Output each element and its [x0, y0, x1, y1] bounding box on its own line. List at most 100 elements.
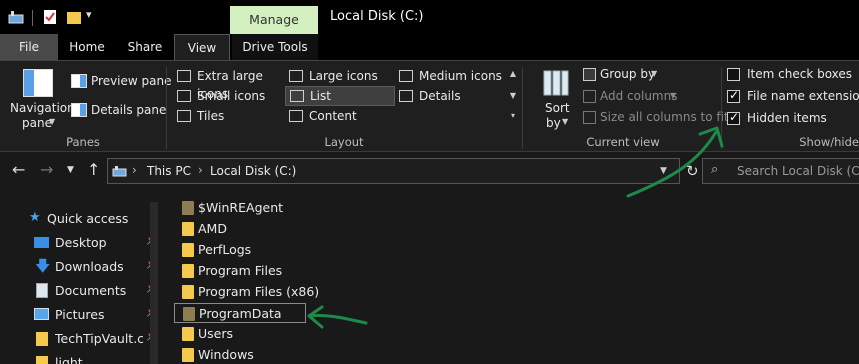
- nav-scrollbar[interactable]: [150, 202, 158, 364]
- layout-content[interactable]: Content: [289, 107, 394, 125]
- content-icon: [289, 110, 303, 122]
- layout-small-icons[interactable]: Small icons: [177, 87, 285, 105]
- panes-group-label: Panes: [66, 135, 100, 149]
- checkmark-icon: ✓: [729, 110, 740, 124]
- window-title: Local Disk (C:): [330, 9, 424, 24]
- breadcrumb-local-disk[interactable]: Local Disk (C:): [210, 164, 296, 178]
- properties-icon[interactable]: [42, 9, 58, 25]
- search-box[interactable]: ⌕ Search Local Disk (C:): [702, 158, 859, 184]
- sort-by-button[interactable]: Sort by ▼: [536, 65, 580, 131]
- file-row-users[interactable]: Users: [174, 324, 306, 344]
- add-columns-label: Add columns: [600, 89, 678, 103]
- group-by-button[interactable]: Group by ▼: [583, 66, 703, 84]
- file-row-program-files[interactable]: Program Files: [174, 261, 306, 281]
- nav-quick-access[interactable]: ★ Quick access: [0, 208, 160, 230]
- add-columns-dropdown-icon: ▼: [670, 91, 677, 100]
- file-row-program-files-x86[interactable]: Program Files (x86): [174, 282, 319, 302]
- nav-item-downloads[interactable]: 🡇 Downloads 📌: [0, 256, 160, 278]
- gallery-expand-icon[interactable]: ▾: [508, 111, 518, 120]
- gallery-scroll-down-icon[interactable]: ▼: [508, 91, 518, 100]
- ribbon-tabs: File Home Share View Drive Tools: [0, 34, 859, 60]
- preview-pane-button[interactable]: Preview pane: [71, 73, 171, 91]
- title-bar: ▾ Manage Local Disk (C:): [0, 0, 859, 34]
- item-check-boxes-checkbox[interactable]: [727, 68, 740, 81]
- ribbon-divider: [721, 67, 722, 149]
- ribbon-divider: [522, 67, 523, 149]
- file-row-windows[interactable]: Windows: [174, 345, 306, 364]
- navigation-pane-button[interactable]: Navigation pane ▼: [6, 65, 75, 133]
- nav-item-pictures[interactable]: Pictures 📌: [0, 304, 160, 326]
- file-row-perflogs[interactable]: PerfLogs: [174, 240, 306, 260]
- layout-details[interactable]: Details: [399, 87, 504, 105]
- details-pane-icon: [71, 103, 87, 117]
- file-name-extensions-toggle[interactable]: ✓ File name extensions: [727, 88, 859, 106]
- layout-medium-icons[interactable]: Medium icons: [399, 67, 504, 85]
- layout-extra-large-icons[interactable]: Extra large icons: [177, 67, 285, 101]
- documents-icon: [36, 283, 48, 298]
- this-pc-icon[interactable]: [8, 9, 26, 25]
- folder-icon: [182, 243, 194, 257]
- tab-view[interactable]: View: [174, 34, 230, 60]
- file-list: $WinREAgent AMD PerfLogs Program Files P…: [160, 188, 859, 364]
- back-arrow-icon[interactable]: ←: [12, 160, 25, 179]
- search-placeholder: Search Local Disk (C:): [737, 164, 859, 178]
- manage-context-tab[interactable]: Manage: [230, 6, 318, 34]
- size-all-columns-icon: [583, 111, 596, 124]
- tab-drive-tools[interactable]: Drive Tools: [232, 34, 318, 60]
- hidden-folder-icon: [182, 201, 194, 215]
- navigation-pane-label-line2: pane: [22, 116, 52, 130]
- forward-arrow-icon[interactable]: →: [40, 160, 53, 179]
- folder-icon: [182, 264, 194, 278]
- navigation-pane: ★ Quick access Desktop 📌 🡇 Downloads 📌 D…: [0, 188, 160, 364]
- address-row: ← → ▼ ↑ › This PC › Local Disk (C:) ▼ ↻ …: [0, 152, 859, 188]
- pictures-icon: [34, 308, 49, 320]
- size-all-columns-button: Size all columns to fit: [583, 109, 729, 127]
- sort-by-label-line1: Sort: [545, 101, 570, 115]
- nav-item-light[interactable]: light: [0, 352, 160, 364]
- file-row-amd[interactable]: AMD: [174, 219, 306, 239]
- layout-tiles[interactable]: Tiles: [177, 107, 285, 125]
- list-icon: [290, 90, 304, 102]
- details-icon: [399, 90, 413, 102]
- folder-icon: [182, 285, 194, 299]
- sort-by-icon: [542, 69, 570, 97]
- nav-item-desktop[interactable]: Desktop 📌: [0, 232, 160, 254]
- item-check-boxes-toggle[interactable]: Item check boxes: [727, 66, 857, 84]
- ribbon-divider: [166, 67, 167, 149]
- quick-access-dropdown-icon[interactable]: ▾: [86, 8, 92, 21]
- up-arrow-icon[interactable]: ↑: [87, 160, 100, 179]
- desktop-icon: [34, 237, 49, 248]
- layout-list[interactable]: List: [285, 86, 395, 106]
- gallery-scroll-up-icon[interactable]: ▲: [508, 69, 518, 78]
- this-pc-icon: [112, 165, 128, 177]
- group-by-dropdown-icon: ▼: [651, 69, 658, 78]
- recent-locations-chevron-icon[interactable]: ▼: [67, 165, 74, 175]
- folder-icon: [182, 222, 194, 236]
- add-columns-button: Add columns ▼: [583, 88, 703, 106]
- hidden-items-toggle[interactable]: ✓ Hidden items: [727, 110, 857, 128]
- layout-large-icons[interactable]: Large icons: [289, 67, 394, 85]
- address-bar[interactable]: › This PC › Local Disk (C:) ▼: [107, 158, 680, 184]
- breadcrumb-this-pc[interactable]: This PC: [147, 164, 191, 178]
- ribbon: Navigation pane ▼ Preview pane Details p…: [0, 60, 859, 152]
- show-hide-group-label: Show/hide: [799, 135, 859, 149]
- details-pane-button[interactable]: Details pane: [71, 102, 166, 120]
- file-row-winreagent[interactable]: $WinREAgent: [174, 198, 306, 218]
- layout-group-label: Layout: [324, 135, 364, 149]
- group-by-label: Group by: [600, 67, 656, 81]
- tab-home[interactable]: Home: [58, 34, 116, 60]
- hidden-items-checkbox[interactable]: ✓: [727, 110, 740, 125]
- file-name-extensions-checkbox[interactable]: ✓: [727, 88, 740, 103]
- file-row-programdata[interactable]: ProgramData: [174, 303, 306, 323]
- file-name-extensions-label: File name extensions: [747, 89, 859, 103]
- nav-item-techtipvault[interactable]: TechTipVault.cor 📌: [0, 328, 160, 350]
- preview-pane-label: Preview pane: [91, 74, 172, 88]
- sort-by-label-line2: by: [546, 116, 561, 130]
- refresh-icon[interactable]: ↻: [686, 162, 699, 180]
- address-history-chevron-icon[interactable]: ▼: [660, 166, 667, 176]
- tab-share[interactable]: Share: [116, 34, 174, 60]
- nav-item-documents[interactable]: Documents 📌: [0, 280, 160, 302]
- tab-file[interactable]: File: [0, 34, 58, 60]
- new-folder-icon[interactable]: [66, 9, 82, 25]
- current-view-group-label: Current view: [586, 135, 660, 149]
